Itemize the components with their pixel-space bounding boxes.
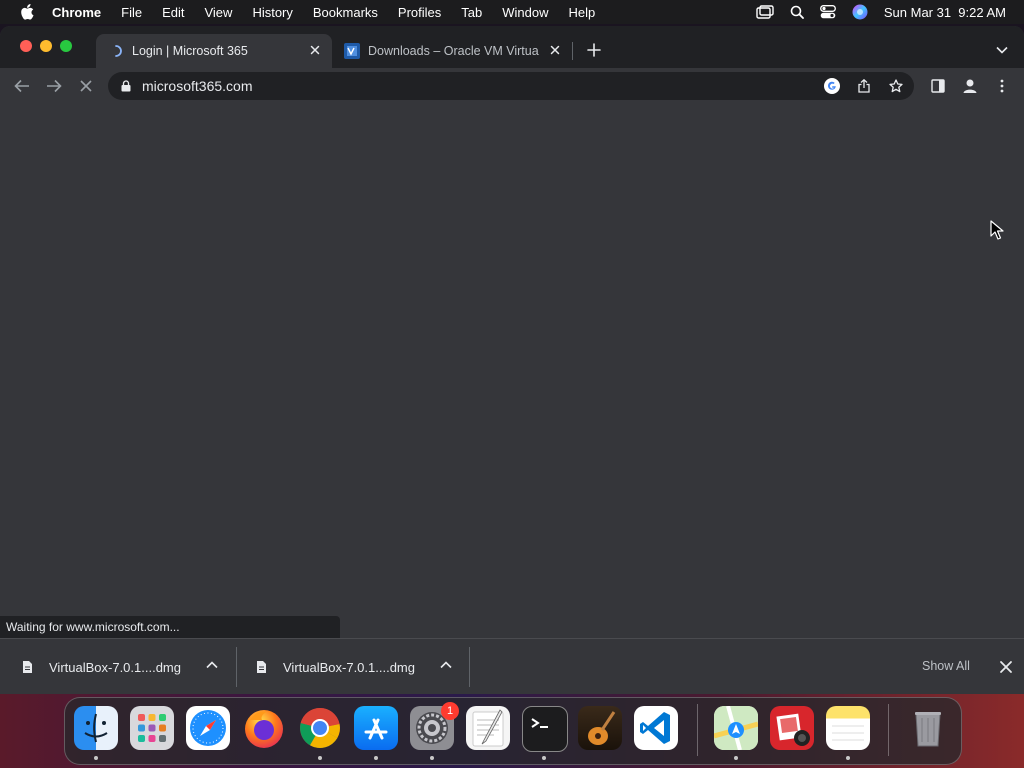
notes-icon[interactable] <box>826 706 870 750</box>
show-all-downloads-button[interactable]: Show All <box>922 659 970 673</box>
back-arrow-icon[interactable] <box>12 76 32 96</box>
dock: 1 <box>64 697 962 765</box>
download-separator <box>469 647 470 687</box>
menu-bar: Chrome File Edit View History Bookmarks … <box>0 0 1024 24</box>
photo-booth-icon[interactable] <box>770 706 814 750</box>
download-filename: VirtualBox-7.0.1....dmg <box>49 659 181 675</box>
close-tab-icon[interactable] <box>308 43 322 57</box>
running-indicator <box>94 756 98 760</box>
running-indicator <box>846 756 850 760</box>
browser-toolbar: microsoft365.com <box>0 68 1024 104</box>
garageband-icon[interactable] <box>578 706 622 750</box>
close-window-button[interactable] <box>20 40 32 52</box>
lock-icon[interactable] <box>120 79 132 93</box>
browser-window: Login | Microsoft 365 Downloads – Oracle… <box>0 26 1024 694</box>
textedit-icon[interactable] <box>466 706 510 750</box>
download-item-2[interactable]: VirtualBox-7.0.1....dmg <box>256 639 466 694</box>
url-text[interactable]: microsoft365.com <box>142 78 252 94</box>
firefox-icon[interactable] <box>242 706 286 750</box>
status-bubble: Waiting for www.microsoft.com... <box>0 616 340 638</box>
file-icon <box>22 660 33 674</box>
chrome-icon[interactable] <box>298 706 342 750</box>
chevron-up-icon[interactable] <box>206 661 218 669</box>
trash-icon[interactable] <box>906 706 950 750</box>
safari-icon[interactable] <box>186 706 230 750</box>
app-store-icon[interactable] <box>354 706 398 750</box>
running-indicator <box>374 756 378 760</box>
forward-arrow-icon[interactable] <box>44 76 64 96</box>
file-icon <box>256 660 267 674</box>
close-download-shelf-icon[interactable] <box>999 660 1013 679</box>
running-indicator <box>542 756 546 760</box>
new-tab-icon[interactable] <box>584 40 604 60</box>
profile-avatar-icon[interactable] <box>960 76 980 96</box>
stop-loading-icon[interactable] <box>76 76 96 96</box>
siri-icon[interactable] <box>852 4 868 20</box>
address-bar[interactable]: microsoft365.com <box>108 72 914 100</box>
dock-separator <box>888 704 889 756</box>
menu-help[interactable]: Help <box>569 5 596 20</box>
tab-search-chevron-down-icon[interactable] <box>992 40 1012 60</box>
menu-clock[interactable]: Sun Mar 31 9:22 AM <box>884 5 1006 20</box>
menu-edit[interactable]: Edit <box>162 5 184 20</box>
download-separator <box>236 647 237 687</box>
running-indicator <box>318 756 322 760</box>
tab-title: Downloads – Oracle VM Virtua <box>368 44 539 58</box>
screen-mirroring-icon[interactable] <box>756 5 774 19</box>
tab-strip: Login | Microsoft 365 Downloads – Oracle… <box>0 26 1024 68</box>
close-tab-icon[interactable] <box>548 43 562 57</box>
loading-spinner-icon <box>110 45 122 57</box>
launchpad-icon[interactable] <box>130 706 174 750</box>
menu-profiles[interactable]: Profiles <box>398 5 441 20</box>
menu-history[interactable]: History <box>252 5 292 20</box>
tab-login-microsoft[interactable]: Login | Microsoft 365 <box>96 34 332 68</box>
download-shelf: VirtualBox-7.0.1....dmg VirtualBox-7.0.1… <box>0 638 1024 694</box>
google-lens-icon[interactable] <box>824 78 840 94</box>
minimize-window-button[interactable] <box>40 40 52 52</box>
download-item-1[interactable]: VirtualBox-7.0.1....dmg <box>22 639 232 694</box>
tab-downloads-oracle[interactable]: Downloads – Oracle VM Virtua <box>336 34 572 68</box>
menu-file[interactable]: File <box>121 5 142 20</box>
running-indicator <box>430 756 434 760</box>
share-icon[interactable] <box>856 78 872 94</box>
terminal-icon[interactable] <box>522 706 568 752</box>
control-center-icon[interactable] <box>819 5 836 19</box>
dock-separator <box>697 704 698 756</box>
apple-logo-icon[interactable] <box>20 4 34 20</box>
running-indicator <box>734 756 738 760</box>
menu-window[interactable]: Window <box>502 5 548 20</box>
bookmark-star-icon[interactable] <box>888 78 904 94</box>
page-content[interactable] <box>0 104 1024 638</box>
tab-title: Login | Microsoft 365 <box>132 44 248 58</box>
zoom-window-button[interactable] <box>60 40 72 52</box>
more-menu-icon[interactable] <box>992 76 1012 96</box>
menu-view[interactable]: View <box>204 5 232 20</box>
maps-icon[interactable] <box>713 705 759 751</box>
tab-divider <box>572 42 573 60</box>
finder-icon[interactable] <box>74 706 118 750</box>
notification-badge: 1 <box>441 702 459 720</box>
menu-tab[interactable]: Tab <box>461 5 482 20</box>
spotlight-search-icon[interactable] <box>790 5 804 19</box>
mouse-cursor-icon <box>990 220 1004 245</box>
menu-bookmarks[interactable]: Bookmarks <box>313 5 378 20</box>
side-panel-icon[interactable] <box>928 76 948 96</box>
menu-app-name[interactable]: Chrome <box>52 5 101 20</box>
chevron-up-icon[interactable] <box>440 661 452 669</box>
visual-studio-code-icon[interactable] <box>634 706 678 750</box>
download-filename: VirtualBox-7.0.1....dmg <box>283 659 415 675</box>
virtualbox-favicon-icon <box>344 43 360 59</box>
